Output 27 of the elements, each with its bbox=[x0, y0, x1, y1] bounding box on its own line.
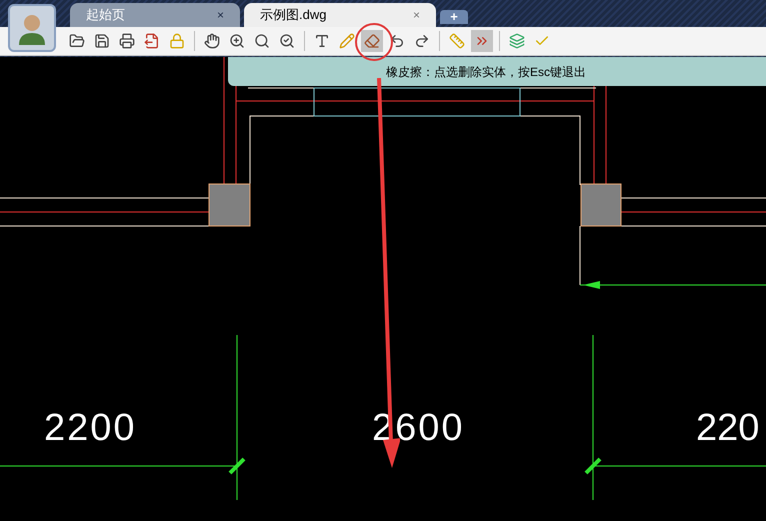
dimension-text: 220 bbox=[696, 407, 760, 449]
pencil-icon bbox=[339, 33, 355, 49]
tab-close-button[interactable]: × bbox=[412, 6, 420, 24]
printer-icon bbox=[119, 33, 135, 49]
dimension-text: 2200 bbox=[44, 407, 137, 449]
zoom-in-icon bbox=[229, 33, 245, 49]
ruler-icon bbox=[449, 33, 465, 49]
new-tab-button[interactable]: + bbox=[440, 10, 468, 24]
pdf-export-icon bbox=[144, 33, 160, 49]
user-avatar[interactable] bbox=[8, 4, 56, 52]
annotation-circle bbox=[354, 22, 394, 62]
save-icon bbox=[94, 33, 110, 49]
text-tool-icon bbox=[314, 33, 330, 49]
lock-icon bbox=[169, 33, 185, 49]
document-tab[interactable]: 起始页 × bbox=[70, 3, 240, 27]
zoom-window-icon bbox=[254, 33, 270, 49]
redo-icon bbox=[414, 33, 430, 49]
folder-icon bbox=[69, 33, 85, 49]
document-tab[interactable]: 示例图.dwg × bbox=[244, 3, 436, 27]
tab-title: 起始页 bbox=[86, 6, 125, 24]
layers-icon bbox=[509, 33, 525, 49]
hint-text: 橡皮擦：点选删除实体，按Esc键退出 bbox=[386, 64, 586, 80]
eraser-icon bbox=[364, 33, 380, 49]
zoom-previous-icon bbox=[279, 33, 295, 49]
tab-title: 示例图.dwg bbox=[260, 6, 326, 24]
tab-close-button[interactable]: × bbox=[216, 6, 224, 24]
hand-icon bbox=[204, 33, 220, 49]
